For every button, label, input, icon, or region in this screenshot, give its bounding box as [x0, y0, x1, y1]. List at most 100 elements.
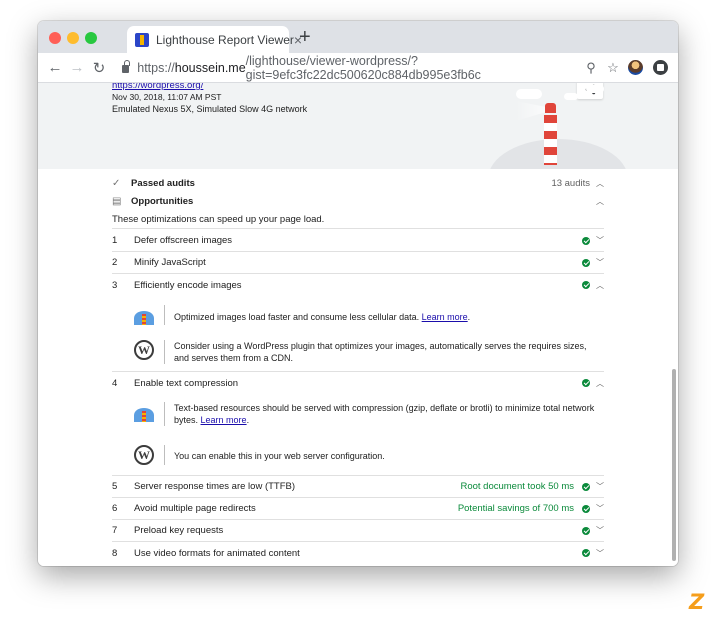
lighthouse-favicon-icon	[135, 32, 149, 47]
url-host: houssein.me	[174, 60, 246, 75]
audit-title: Efficiently encode images	[134, 279, 242, 291]
extension-icon[interactable]	[653, 60, 668, 75]
opportunities-description: These optimizations can speed up your pa…	[112, 211, 604, 229]
audit-title: Defer offscreen images	[134, 235, 233, 246]
audit-number: 8	[112, 547, 118, 559]
audit-detail-lighthouse: Optimized images load faster and consume…	[134, 305, 604, 325]
cloud-graphic	[564, 93, 578, 100]
audit-title: Use video formats for animated content	[134, 547, 300, 559]
reload-button[interactable]: ↻	[88, 59, 110, 77]
emulation-info: Emulated Nexus 5X, Simulated Slow 4G net…	[112, 104, 308, 114]
pass-check-icon	[582, 549, 590, 557]
audit-detail-wordpress: W You can enable this in your web server…	[134, 445, 604, 465]
url-path: /lighthouse/viewer-wordpress/?gist=9efc3…	[245, 53, 481, 82]
tab-title: Lighthouse Report Viewer	[156, 32, 294, 47]
wordpress-icon: W	[134, 445, 154, 465]
detail-text: Text-based resources should be served wi…	[174, 403, 595, 425]
audit-number: 4	[112, 377, 118, 389]
browser-tab[interactable]: Lighthouse Report Viewer ×	[127, 26, 302, 53]
chevron-down-icon[interactable]: ﹀	[590, 525, 604, 536]
chevron-up-icon[interactable]: ︿	[590, 378, 604, 389]
audit-row[interactable]: 3 Efficiently encode images ︿	[112, 274, 604, 296]
bookmark-star-icon[interactable]: ☆	[602, 60, 624, 76]
audit-row[interactable]: 8 Use video formats for animated content…	[112, 542, 604, 564]
report-body: ✓ Passed audits 13 audits ︿ ▤ Opportunit…	[38, 169, 678, 566]
audit-row[interactable]: 5 Server response times are low (TTFB) R…	[112, 476, 604, 498]
lighthouse-illustration	[544, 103, 557, 165]
audit-detail-wordpress: W Consider using a WordPress plugin that…	[134, 340, 604, 364]
chevron-down-icon[interactable]: ﹀	[590, 503, 604, 514]
page-content: https://wordpress.org/ Nov 30, 2018, 11:…	[38, 83, 678, 566]
audit-row[interactable]: 4 Enable text compression ︿	[112, 372, 604, 394]
url-scheme: https://	[137, 60, 175, 75]
chevron-down-icon[interactable]: ﹀	[590, 548, 604, 559]
lighthouse-tower	[544, 115, 557, 165]
audit-row[interactable]: 7 Preload key requests ﹀	[112, 520, 604, 542]
detail-text: Optimized images load faster and consume…	[174, 312, 471, 322]
close-window-button[interactable]	[49, 32, 61, 44]
pass-check-icon	[582, 482, 590, 491]
audit-row[interactable]: 2 Minify JavaScript ﹀	[112, 252, 604, 274]
address-bar[interactable]: https://houssein.me/lighthouse/viewer-wo…	[116, 53, 574, 82]
browser-toolbar: ← → ↻ https://houssein.me/lighthouse/vie…	[38, 53, 678, 83]
audit-number: 3	[112, 279, 118, 291]
audit-title: Preload key requests	[134, 525, 224, 536]
opportunities-header[interactable]: ▤ Opportunities ︿	[112, 192, 604, 210]
opportunities-description-text: These optimizations can speed up your pa…	[112, 214, 325, 225]
pass-check-icon	[582, 258, 590, 267]
pass-check-icon	[582, 281, 590, 289]
audit-title: Avoid multiple page redirects	[134, 503, 256, 514]
chevron-down-icon[interactable]: ﹀	[590, 235, 604, 246]
lighthouse-icon	[134, 311, 154, 325]
opportunity-icon: ▤	[112, 195, 122, 207]
audit-detail-lighthouse: Text-based resources should be served wi…	[134, 402, 604, 426]
profile-avatar[interactable]	[628, 60, 643, 75]
chevron-down-icon[interactable]: ﹀	[590, 481, 604, 492]
report-header: https://wordpress.org/ Nov 30, 2018, 11:…	[38, 83, 678, 219]
cloud-graphic	[516, 89, 542, 99]
browser-window: Lighthouse Report Viewer × + ← → ↻ https…	[38, 21, 678, 566]
audit-number: 6	[112, 503, 118, 514]
audit-number: 1	[112, 235, 118, 246]
chevron-up-icon: ︿	[596, 196, 604, 206]
tab-bar: Lighthouse Report Viewer × +	[38, 21, 678, 53]
audit-title: Server response times are low (TTFB)	[134, 481, 296, 492]
report-date: Nov 30, 2018, 11:07 AM PST	[112, 92, 222, 102]
scrollbar-thumb[interactable]	[672, 369, 676, 561]
lighthouse-lamp	[545, 103, 556, 113]
cloud-graphic	[586, 85, 604, 93]
chevron-up-icon: ︿	[596, 178, 604, 188]
audit-metric: Root document took 50 ms	[460, 481, 574, 492]
maximize-window-button[interactable]	[85, 32, 97, 44]
zoom-icon[interactable]: ⚲	[580, 60, 602, 76]
chevron-down-icon[interactable]: ﹀	[590, 257, 604, 268]
audit-number: 5	[112, 481, 118, 492]
passed-audits-count: 13 audits	[551, 177, 590, 189]
back-button[interactable]: ←	[44, 59, 66, 76]
pass-check-icon	[582, 526, 590, 535]
learn-more-link[interactable]: Learn more	[422, 312, 468, 322]
audit-number: 2	[112, 257, 118, 268]
lock-icon	[122, 60, 130, 73]
site-link[interactable]: https://wordpress.org/	[112, 83, 203, 91]
audit-row[interactable]: 6 Avoid multiple page redirects Potentia…	[112, 498, 604, 520]
wordpress-icon: W	[134, 340, 154, 360]
detail-text: Consider using a WordPress plugin that o…	[174, 341, 587, 363]
chevron-up-icon[interactable]: ︿	[590, 280, 604, 291]
detail-text: You can enable this in your web server c…	[174, 451, 385, 461]
new-tab-button[interactable]: +	[299, 27, 311, 47]
pass-check-icon	[582, 504, 590, 513]
pass-check-icon	[582, 236, 590, 245]
learn-more-link[interactable]: Learn more	[201, 415, 247, 425]
brand-logo: Z	[689, 590, 705, 614]
audit-metric: Potential savings of 700 ms	[457, 503, 574, 514]
lighthouse-icon	[134, 408, 154, 422]
audit-title: Enable text compression	[134, 377, 239, 389]
audit-row[interactable]: 1 Defer offscreen images ﹀	[112, 230, 604, 252]
passed-audits-header[interactable]: ✓ Passed audits 13 audits ︿	[112, 174, 604, 192]
forward-button[interactable]: →	[66, 59, 88, 76]
minimize-window-button[interactable]	[67, 32, 79, 44]
audit-title: Minify JavaScript	[134, 257, 206, 268]
pass-check-icon	[582, 379, 590, 387]
audit-number: 7	[112, 525, 118, 536]
